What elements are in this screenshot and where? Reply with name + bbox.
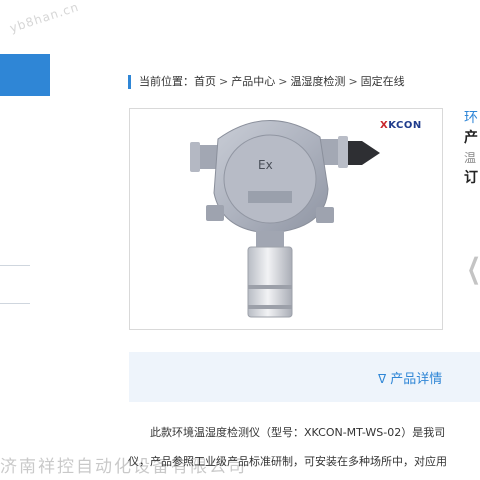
- product-image: Ex: [190, 120, 380, 318]
- breadcrumb-prefix: 当前位置：: [139, 75, 194, 88]
- sidebar-tab-active[interactable]: [0, 54, 50, 96]
- product-image-frame[interactable]: XKCON Ex: [129, 108, 443, 330]
- watermark-url: yb8han.cn: [8, 0, 81, 36]
- sidebar-divider: [0, 265, 30, 266]
- breadcrumb-home[interactable]: 首页: [194, 75, 216, 88]
- breadcrumb-separator: >: [348, 75, 358, 88]
- product-title: 环: [464, 110, 478, 126]
- handshake-icon: ᐁ: [378, 372, 387, 386]
- breadcrumb-product-center[interactable]: 产品中心: [231, 75, 275, 88]
- carousel-prev-icon[interactable]: ❮: [467, 252, 480, 285]
- product-detail-label: 产品详情: [390, 372, 443, 387]
- breadcrumb-marker: [128, 75, 131, 89]
- order-label: 订: [464, 170, 478, 186]
- device-ex-mark: Ex: [258, 158, 273, 172]
- product-description-line: 仪，产品参照工业级产品标准研制，可安装在多种场所中，对应用: [128, 455, 447, 468]
- product-description-line: 此款环境温湿度检测仪（型号：XKCON-MT-WS-02）是我司: [150, 426, 446, 439]
- breadcrumb-fixed-online[interactable]: 固定在线: [361, 75, 405, 88]
- breadcrumb-separator: >: [278, 75, 288, 88]
- breadcrumb: 当前位置：首页 > 产品中心 > 温湿度检测 > 固定在线: [128, 73, 405, 91]
- product-attr-label: 产: [464, 130, 478, 146]
- product-attr-value: 温: [464, 151, 477, 165]
- breadcrumb-separator: >: [219, 75, 229, 88]
- sidebar-divider: [0, 303, 30, 304]
- product-info-column: 环 产 温 订: [464, 108, 480, 198]
- breadcrumb-temp-humidity[interactable]: 温湿度检测: [290, 75, 345, 88]
- product-detail-title[interactable]: ᐁ 产品详情: [378, 368, 442, 387]
